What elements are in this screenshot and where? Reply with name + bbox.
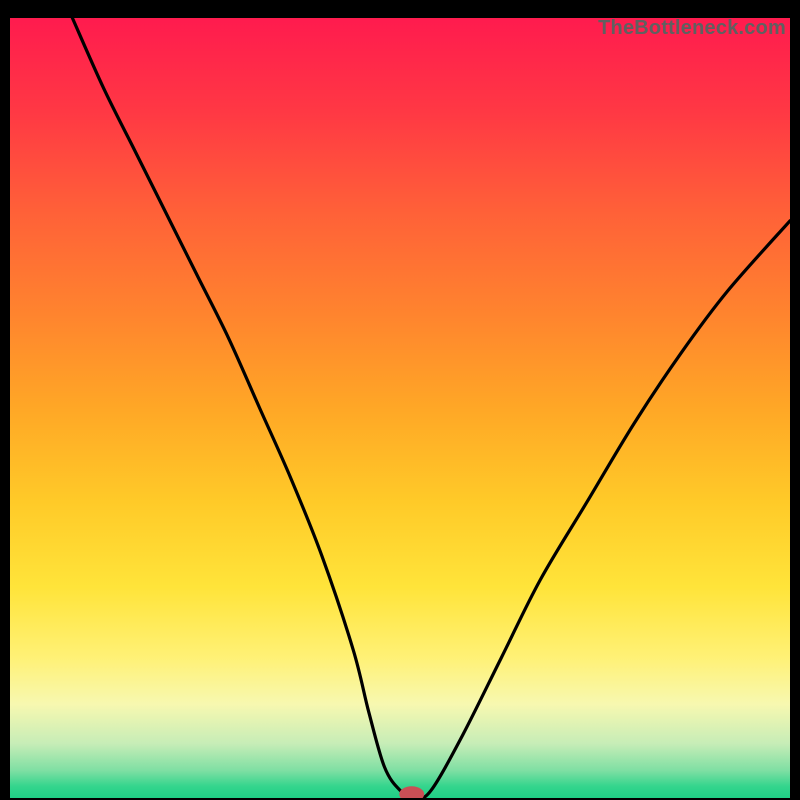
- watermark-label: TheBottleneck.com: [598, 17, 786, 40]
- bottleneck-plot: [10, 18, 790, 798]
- chart-frame: TheBottleneck.com: [10, 18, 790, 798]
